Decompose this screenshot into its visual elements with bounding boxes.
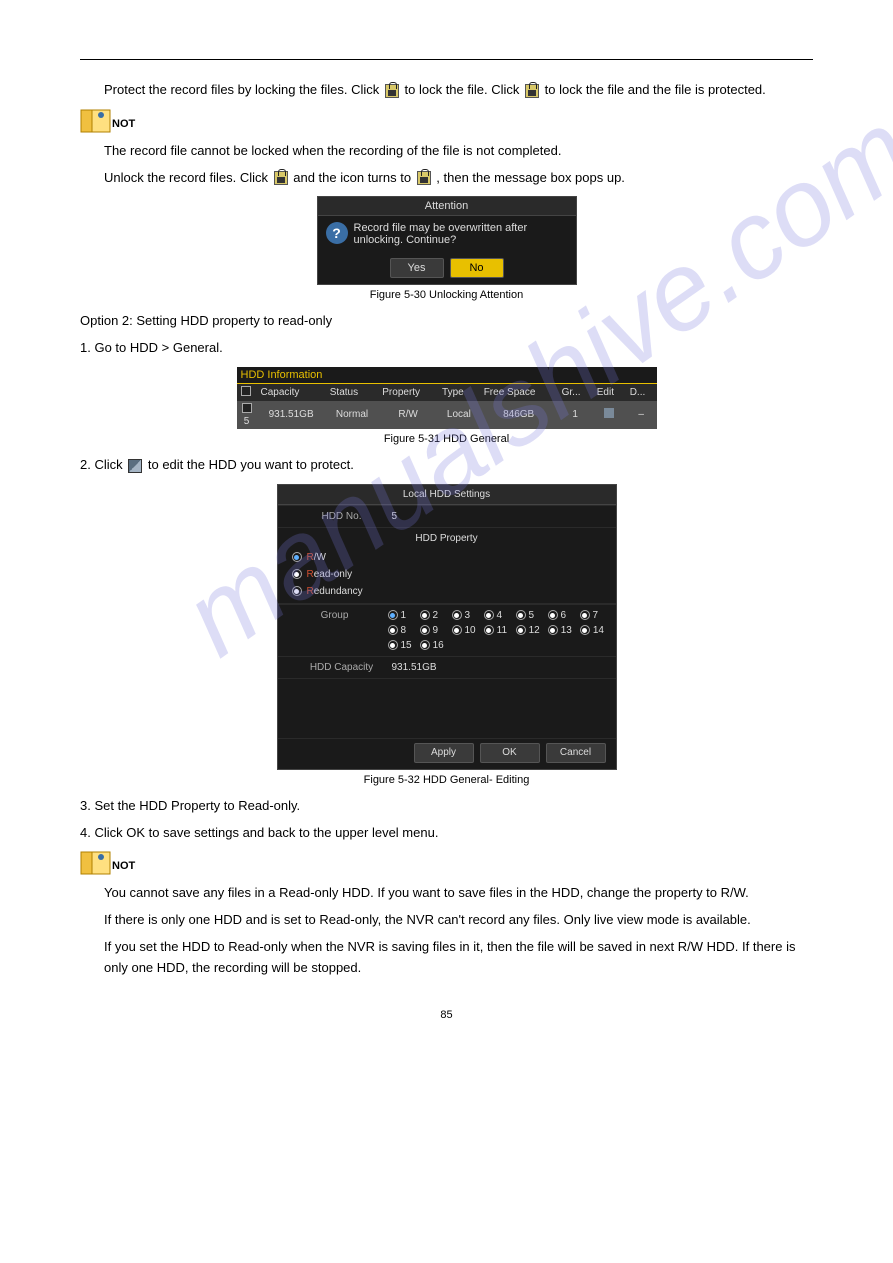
step-2: 2. Click to edit the HDD you want to pro… (80, 455, 813, 476)
attention-title: Attention (318, 197, 576, 216)
cancel-button[interactable]: Cancel (546, 743, 606, 763)
radio-readonly[interactable]: Read-only Read-only (278, 566, 616, 583)
edit-icon[interactable] (604, 408, 614, 418)
lhs-title: Local HDD Settings (278, 485, 616, 505)
note-block-1: NOTE (80, 107, 813, 135)
attention-dialog: Attention ? Record file may be overwritt… (317, 196, 577, 285)
note1-text: The record file cannot be locked when th… (104, 141, 813, 162)
note2-c: If you set the HDD to Read-only when the… (104, 937, 813, 979)
figure-caption-3: Figure 5-32 HDD General- Editing (80, 774, 813, 786)
para-unlock: Unlock the record files. Click and the i… (104, 168, 813, 189)
svg-text:NOTE: NOTE (112, 118, 136, 130)
step-1: 1. Go to HDD > General. (80, 338, 813, 359)
apply-button[interactable]: Apply (414, 743, 474, 763)
group-radio-7[interactable]: 7 (580, 610, 604, 621)
hdd-no-value: 5 (392, 511, 398, 522)
group-radio-9[interactable]: 9 (420, 625, 444, 636)
unlock-icon (385, 84, 399, 98)
radio-redundancy[interactable]: Redundancy Redundancy (278, 583, 616, 604)
group-radio-3[interactable]: 3 (452, 610, 476, 621)
unlock-icon-2 (417, 171, 431, 185)
radio-icon (292, 586, 302, 596)
group-radio-16[interactable]: 16 (420, 640, 444, 651)
note2-b: If there is only one HDD and is set to R… (104, 910, 813, 931)
group-radio-10[interactable]: 10 (452, 625, 476, 636)
step-4: 4. Click OK to save settings and back to… (80, 823, 813, 844)
question-icon: ? (326, 222, 348, 244)
radio-icon (292, 552, 302, 562)
radio-icon (292, 569, 302, 579)
checkbox-row[interactable] (242, 403, 252, 413)
option2-heading: Option 2: Setting HDD property to read-o… (80, 311, 813, 332)
attention-message: Record file may be overwritten after unl… (354, 222, 568, 246)
note-block-2: NOTE (80, 849, 813, 877)
figure-caption-2: Figure 5-31 HDD General (80, 433, 813, 445)
radio-rw[interactable]: R/W R/W (278, 549, 616, 566)
yes-button[interactable]: Yes (390, 258, 444, 278)
group-radio-2[interactable]: 2 (420, 610, 444, 621)
group-radio-11[interactable]: 11 (484, 625, 508, 636)
svg-text:NOTE: NOTE (112, 860, 136, 872)
note-icon: NOTE (80, 849, 136, 877)
group-radio-15[interactable]: 15 (388, 640, 412, 651)
hdd-property-label: HDD Property (278, 527, 616, 549)
lock-icon-2 (274, 171, 288, 185)
group-radio-1[interactable]: 1 (388, 610, 412, 621)
hdd-no-label: HDD No. (292, 511, 392, 522)
note-icon: NOTE (80, 107, 136, 135)
step-3: 3. Set the HDD Property to Read-only. (80, 796, 813, 817)
local-hdd-settings-dialog: Local HDD Settings HDD No. 5 HDD Propert… (277, 484, 617, 770)
hdd-table: L... Capacity Status Property Type Free … (237, 384, 657, 429)
checkbox-header[interactable] (241, 386, 251, 396)
group-radio-6[interactable]: 6 (548, 610, 572, 621)
table-row[interactable]: 5 931.51GB Normal R/W Local 846GB 1 – (237, 401, 657, 429)
no-button[interactable]: No (450, 258, 504, 278)
hdd-info-title: HDD Information (237, 367, 657, 384)
page-number: 85 (80, 1009, 813, 1021)
lock-icon (525, 84, 539, 98)
ok-button[interactable]: OK (480, 743, 540, 763)
group-radio-12[interactable]: 12 (516, 625, 540, 636)
group-radio-14[interactable]: 14 (580, 625, 604, 636)
para-lock: Protect the record files by locking the … (104, 80, 813, 101)
group-radio-5[interactable]: 5 (516, 610, 540, 621)
group-label: Group (278, 605, 378, 656)
figure-caption-1: Figure 5-30 Unlocking Attention (80, 289, 813, 301)
header-rule (80, 40, 813, 60)
group-radio-13[interactable]: 13 (548, 625, 572, 636)
hdd-capacity-label: HDD Capacity (292, 662, 392, 673)
hdd-capacity-value: 931.51GB (392, 662, 437, 673)
note2-a: You cannot save any files in a Read-only… (104, 883, 813, 904)
edit-icon-inline (128, 459, 142, 473)
group-radio-8[interactable]: 8 (388, 625, 412, 636)
group-radio-4[interactable]: 4 (484, 610, 508, 621)
